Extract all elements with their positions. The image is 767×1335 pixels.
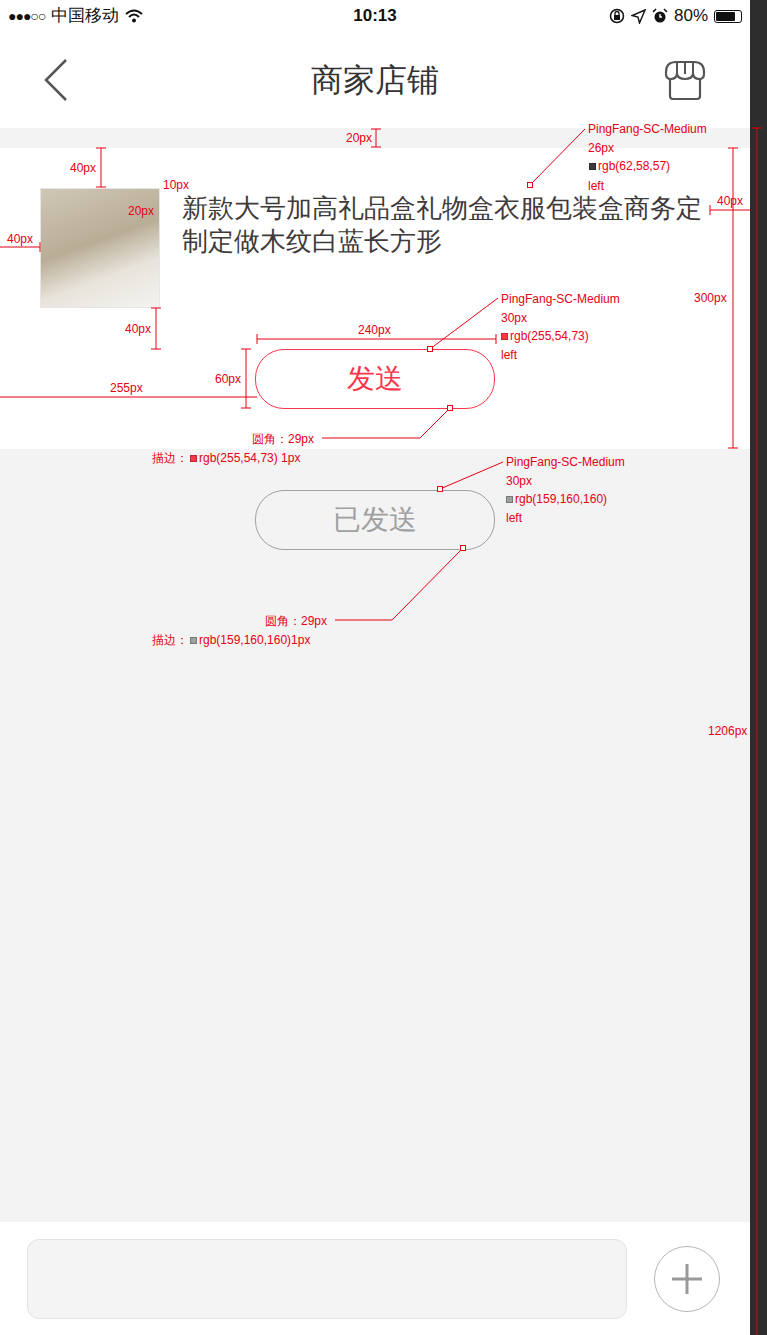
spec-annotation: rgb(255,54,73) <box>501 329 589 343</box>
annotation-text: PingFang-SC-Medium <box>501 292 620 306</box>
battery-fill <box>716 12 735 21</box>
rotation-lock-icon <box>609 8 625 24</box>
annotation-prefix: 描边： <box>152 451 188 465</box>
spec-annotation: 30px <box>501 311 527 325</box>
spec-annotation: rgb(159,160,160) <box>506 492 607 506</box>
spec-annotation: 20px <box>128 204 154 218</box>
spec-annotation: 描边： rgb(255,54,73) 1px <box>152 451 300 465</box>
spec-annotation: 30px <box>506 474 532 488</box>
annotation-text: rgb(159,160,160)1px <box>199 633 310 647</box>
message-input[interactable] <box>27 1239 627 1319</box>
annotation-text: 20px <box>128 204 154 218</box>
spec-annotation: 40px <box>717 194 743 208</box>
send-button[interactable]: 发送 <box>255 349 495 409</box>
spec-annotation: PingFang-SC-Medium <box>501 292 620 306</box>
annotation-text: left <box>501 348 517 362</box>
sent-button: 已发送 <box>255 490 495 550</box>
annotation-text: 60px <box>215 372 241 386</box>
spec-annotation: 300px <box>694 291 727 305</box>
battery-icon <box>714 10 742 23</box>
phone-screen: ●●●○○ 中国移动 10:13 80% 商家店铺 <box>0 0 767 1335</box>
spec-annotation: left <box>501 348 517 362</box>
spec-annotation: 描边： rgb(159,160,160)1px <box>152 633 310 647</box>
spec-annotation: 60px <box>215 372 241 386</box>
annotation-text: left <box>588 179 604 193</box>
plus-icon <box>670 1262 704 1296</box>
annotation-text: rgb(159,160,160) <box>515 492 607 506</box>
annotation-text: rgb(62,58,57) <box>598 159 670 173</box>
annotation-text: 300px <box>694 291 727 305</box>
alarm-icon <box>652 8 668 24</box>
wifi-icon <box>125 9 143 23</box>
battery-percent: 80% <box>674 3 708 29</box>
annotation-text: 1206px <box>708 724 747 738</box>
spec-annotation: 20px <box>346 131 372 145</box>
chat-area: 新款大号加高礼品盒礼物盒衣服包装盒商务定制定做木纹白蓝长方形 发送 已发送 <box>0 128 750 1222</box>
annotation-text: 圆角：29px <box>252 432 314 446</box>
spec-annotation: PingFang-SC-Medium <box>506 455 625 469</box>
product-image <box>40 188 160 308</box>
spec-annotation: rgb(62,58,57) <box>589 159 670 173</box>
spec-annotation: 1206px <box>708 724 747 738</box>
annotation-text: 40px <box>125 322 151 336</box>
annotation-text: 30px <box>501 311 527 325</box>
spec-annotation: 40px <box>7 232 33 246</box>
status-bar: ●●●○○ 中国移动 10:13 80% <box>0 0 750 32</box>
button-label: 已发送 <box>333 499 417 541</box>
annotation-lines <box>0 0 767 1335</box>
annotation-text: PingFang-SC-Medium <box>506 455 625 469</box>
spec-annotation: 圆角：29px <box>252 432 314 446</box>
color-swatch <box>190 455 197 462</box>
nav-bar: 商家店铺 <box>0 32 750 128</box>
spec-annotation: left <box>506 511 522 525</box>
spec-annotation: PingFang-SC-Medium <box>588 122 707 136</box>
annotation-prefix: 描边： <box>152 633 188 647</box>
annotation-text: rgb(255,54,73) 1px <box>199 451 300 465</box>
annotation-text: 240px <box>358 323 391 337</box>
annotation-text: left <box>506 511 522 525</box>
annotation-text: PingFang-SC-Medium <box>588 122 707 136</box>
annotation-text: 255px <box>110 381 143 395</box>
location-icon <box>631 9 646 24</box>
annotation-layer: 20px PingFang-SC-Medium 26px rgb(62,58,57) l… <box>0 0 767 1335</box>
spec-annotation: 26px <box>588 141 614 155</box>
spec-annotation: 255px <box>110 381 143 395</box>
signal-indicator: ●●●○○ <box>8 6 45 27</box>
compose-bar <box>0 1222 750 1335</box>
spec-annotation: 40px <box>125 322 151 336</box>
product-card: 新款大号加高礼品盒礼物盒衣服包装盒商务定制定做木纹白蓝长方形 发送 <box>0 148 750 449</box>
annotation-text: 40px <box>7 232 33 246</box>
spec-annotation: 10px <box>163 178 189 192</box>
clock: 10:13 <box>353 3 396 29</box>
page-title: 商家店铺 <box>311 56 439 104</box>
annotation-text: rgb(255,54,73) <box>510 329 589 343</box>
spec-annotation: 圆角：29px <box>265 614 327 628</box>
color-swatch <box>190 637 197 644</box>
product-title: 新款大号加高礼品盒礼物盒衣服包装盒商务定制定做木纹白蓝长方形 <box>182 192 710 258</box>
spec-annotation: 40px <box>70 161 96 175</box>
annotation-text: 26px <box>588 141 614 155</box>
carrier-name: 中国移动 <box>51 3 119 29</box>
color-swatch <box>506 496 513 503</box>
annotation-text: 30px <box>506 474 532 488</box>
spec-annotation: 240px <box>358 323 391 337</box>
store-icon[interactable] <box>662 58 708 102</box>
color-swatch <box>589 163 596 170</box>
annotation-text: 圆角：29px <box>265 614 327 628</box>
edge-strip <box>750 0 767 1335</box>
annotation-text: 40px <box>717 194 743 208</box>
spec-annotation: left <box>588 179 604 193</box>
color-swatch <box>501 333 508 340</box>
annotation-text: 20px <box>346 131 372 145</box>
add-button[interactable] <box>654 1246 720 1312</box>
annotation-text: 40px <box>70 161 96 175</box>
annotation-text: 10px <box>163 178 189 192</box>
back-arrow-icon[interactable] <box>42 58 70 102</box>
button-label: 发送 <box>347 358 403 400</box>
